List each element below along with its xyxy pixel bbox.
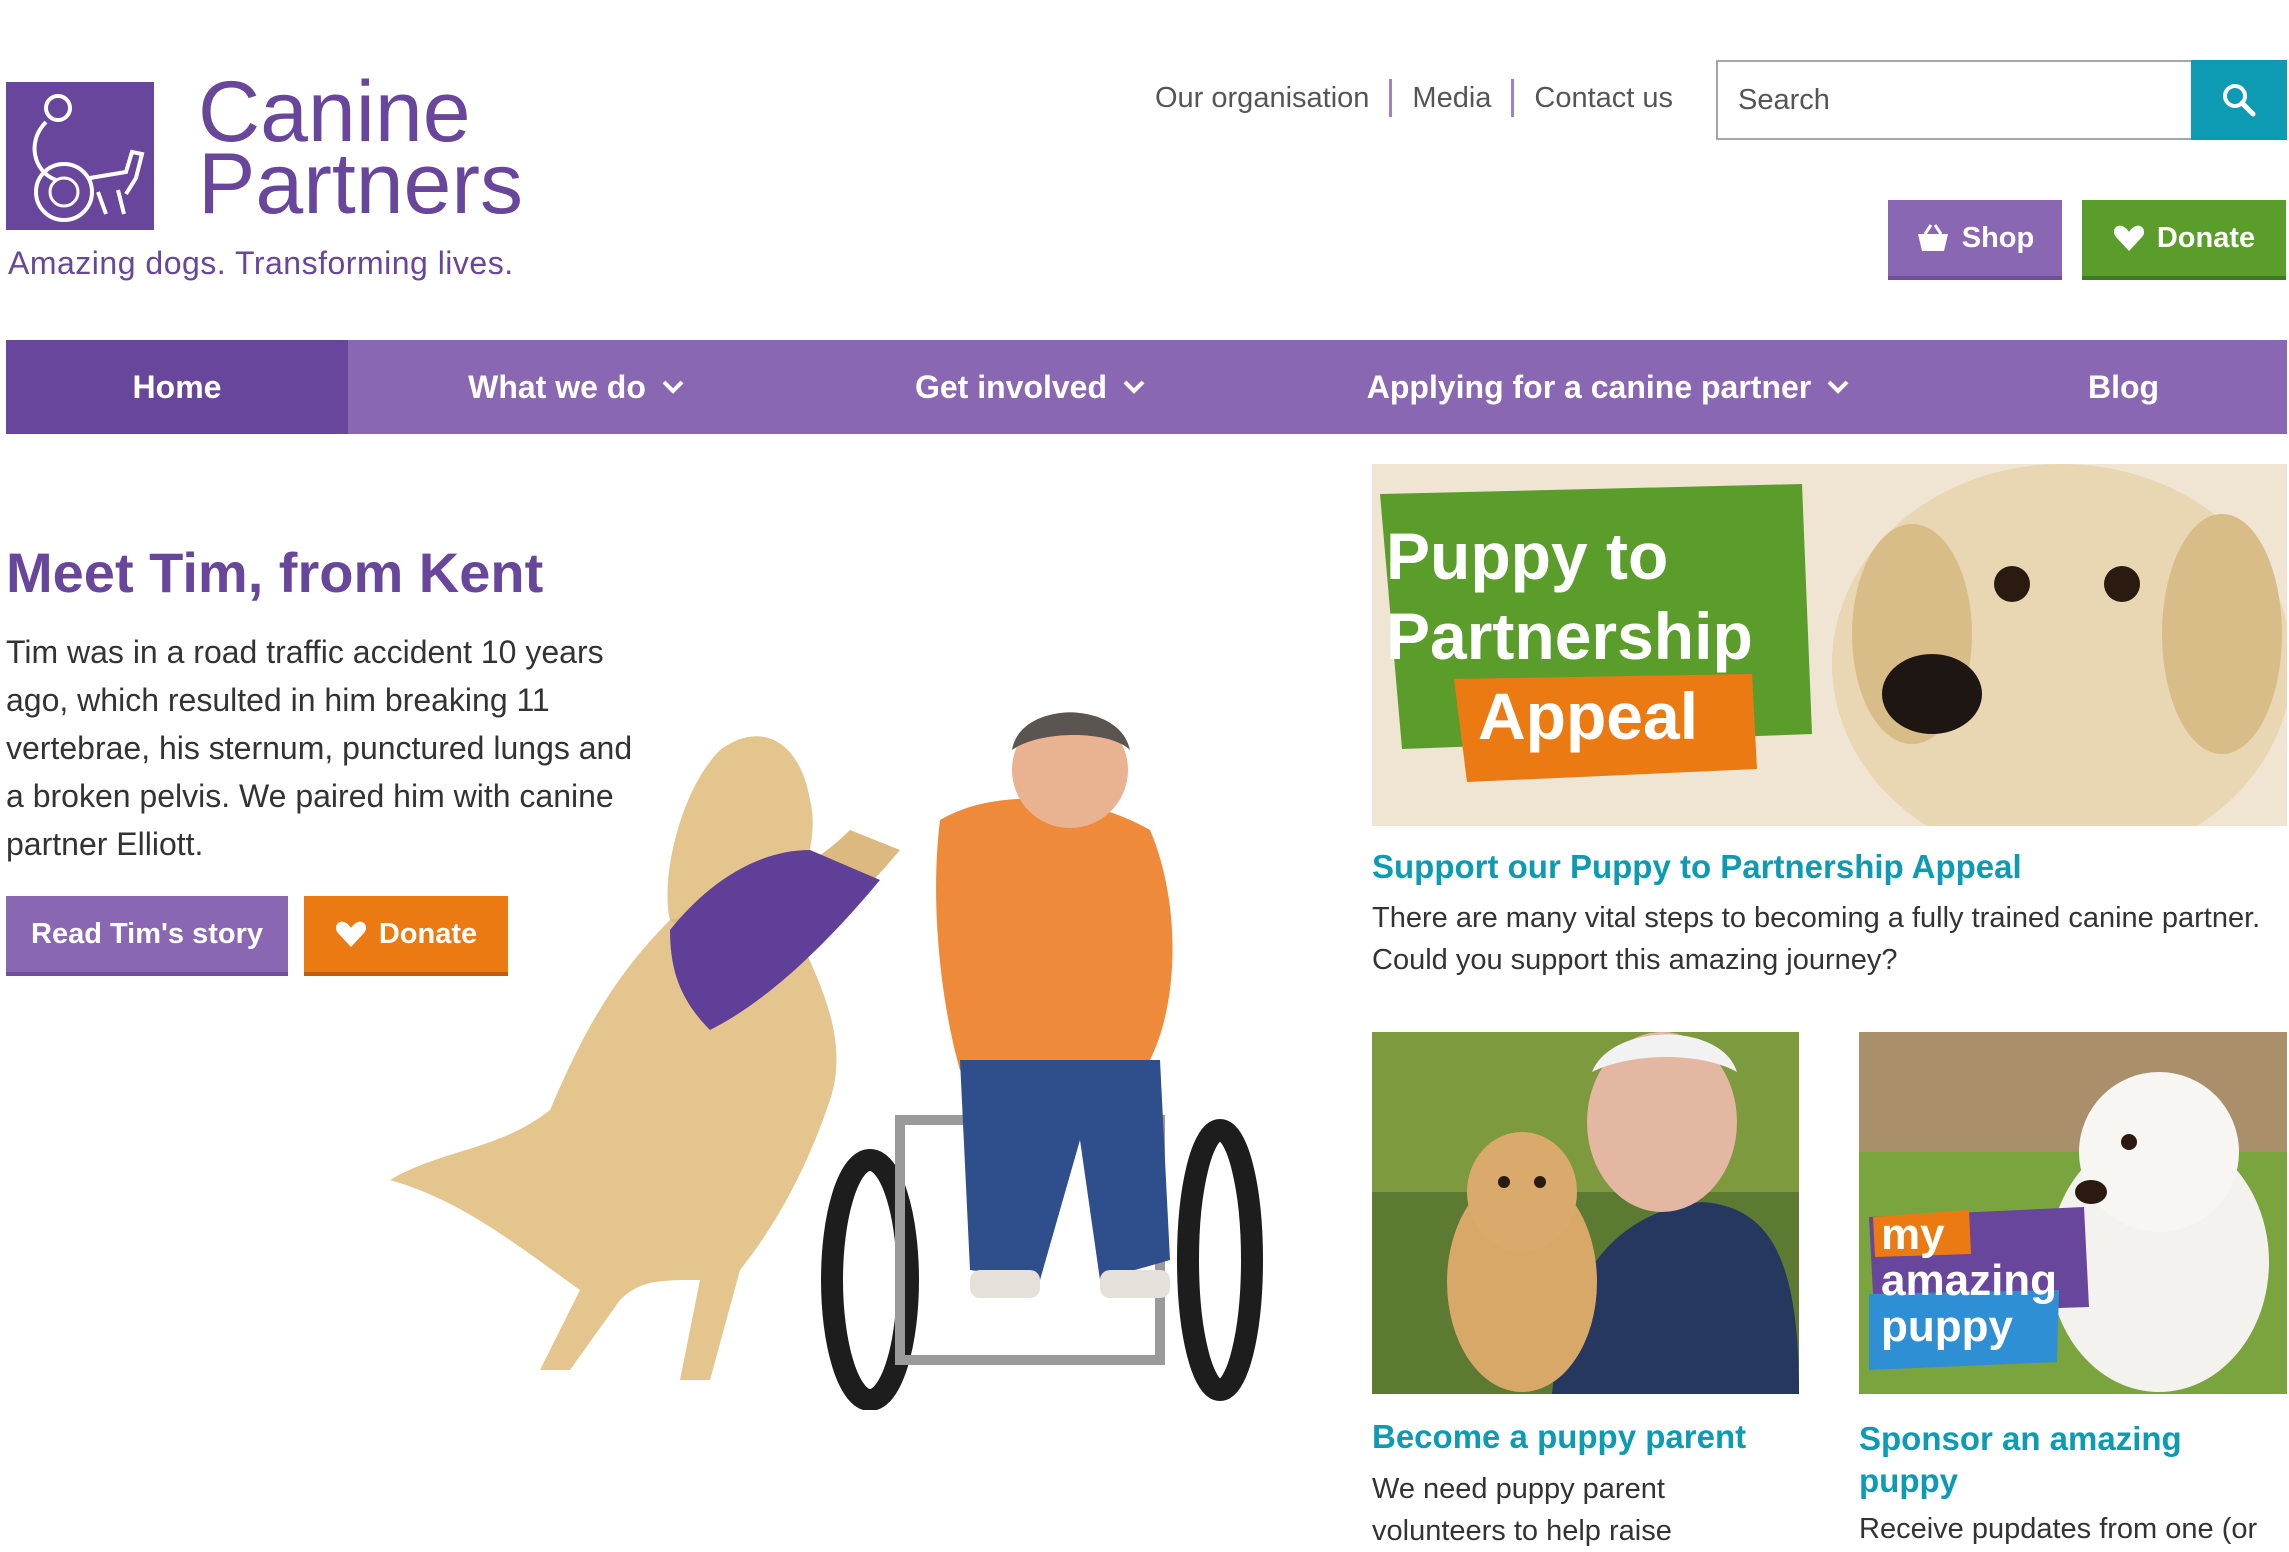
logo-wordmark: Canine Partners — [198, 69, 524, 232]
heart-icon — [335, 921, 366, 947]
appeal-banner-line-3: Appeal — [1478, 679, 1699, 753]
search-icon — [2223, 84, 2256, 117]
chevron-down-icon — [1827, 380, 1849, 394]
sponsor-badge-line-2: amazing — [1881, 1256, 2058, 1305]
nav-blog[interactable]: Blog — [1960, 340, 2287, 434]
chevron-down-icon — [662, 380, 684, 394]
site-logo[interactable]: Canine Partners Amazing dogs. Transformi… — [6, 69, 626, 292]
logo-mark-icon — [6, 82, 154, 230]
search-input[interactable] — [1716, 60, 2191, 140]
appeal-banner-line-1: Puppy to — [1386, 519, 1669, 593]
sponsor-image[interactable]: my amazing puppy — [1859, 1032, 2287, 1394]
chevron-down-icon — [1123, 380, 1145, 394]
donate-header-button[interactable]: Donate — [2082, 200, 2286, 280]
utility-link-media[interactable]: Media — [1412, 82, 1491, 115]
nav-what-we-do-label: What we do — [468, 368, 646, 405]
nav-applying[interactable]: Applying for a canine partner — [1256, 340, 1960, 434]
appeal-banner-text: Puppy to Partnership Appeal — [1386, 516, 1753, 756]
appeal-link[interactable]: Support our Puppy to Partnership Appeal — [1372, 848, 2022, 886]
heart-icon — [2113, 225, 2144, 251]
search-button[interactable] — [2191, 60, 2287, 140]
puppy-parent-photo — [1372, 1032, 1799, 1394]
shop-button-label: Shop — [1961, 221, 2035, 254]
utility-link-our-organisation[interactable]: Our organisation — [1155, 82, 1369, 115]
hero-photo-tim-and-dog — [390, 712, 1263, 1410]
shop-button[interactable]: Shop — [1888, 200, 2062, 280]
utility-link-contact-us[interactable]: Contact us — [1534, 82, 1673, 115]
nav-home-label: Home — [132, 368, 222, 405]
sponsor-badge-line-3: puppy — [1881, 1302, 2013, 1351]
puppy-parent-link[interactable]: Become a puppy parent — [1372, 1418, 1746, 1456]
hero-title: Meet Tim, from Kent — [6, 541, 544, 604]
nav-what-we-do[interactable]: What we do — [348, 340, 804, 434]
nav-applying-label: Applying for a canine partner — [1366, 368, 1812, 405]
sponsor-badge-line-1: my — [1881, 1210, 1945, 1259]
puppy-parent-text: We need puppy parent volunteers to help … — [1372, 1473, 1672, 1547]
utility-divider — [1389, 79, 1393, 117]
utility-nav: Our organisation Media Contact us — [1155, 78, 1673, 118]
donate-header-label: Donate — [2156, 221, 2256, 254]
main-nav: Home What we do Get involved Applying fo… — [6, 340, 2287, 434]
logo-tagline: Amazing dogs. Transforming lives. — [8, 245, 514, 281]
appeal-banner-line-2: Partnership — [1386, 599, 1753, 673]
sponsor-text: Receive pupdates from one (or — [1859, 1513, 2258, 1545]
read-story-label: Read Tim's story — [31, 917, 263, 950]
basket-icon — [1917, 224, 1948, 251]
nav-get-involved-label: Get involved — [914, 368, 1108, 405]
utility-divider — [1511, 79, 1515, 117]
appeal-banner-image[interactable]: Puppy to Partnership Appeal — [1372, 464, 2287, 826]
nav-home[interactable]: Home — [6, 340, 348, 434]
read-story-button[interactable]: Read Tim's story — [6, 896, 288, 976]
appeal-text: There are many vital steps to becoming a… — [1372, 902, 2261, 976]
nav-blog-label: Blog — [2087, 368, 2160, 405]
search-form — [1716, 60, 2287, 140]
sponsor-badge-text: my amazing puppy — [1881, 1212, 2057, 1350]
sponsor-link[interactable]: Sponsor an amazing puppy — [1859, 1418, 2279, 1502]
nav-get-involved[interactable]: Get involved — [804, 340, 1256, 434]
puppy-parent-image[interactable] — [1372, 1032, 1799, 1394]
logo-line-2: Partners — [198, 136, 524, 232]
